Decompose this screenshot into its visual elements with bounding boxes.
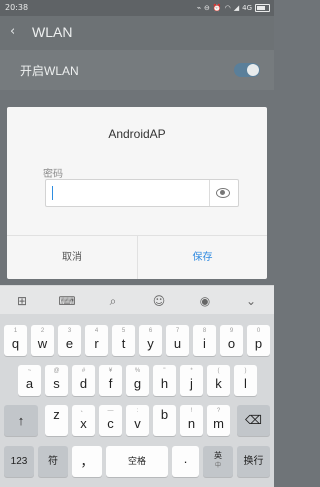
chevron-down-icon[interactable]: ⌄	[242, 292, 260, 310]
wlan-toggle-row[interactable]: 开启WLAN	[0, 50, 274, 90]
key-o[interactable]: 9o	[220, 325, 243, 356]
key-y[interactable]: 6y	[139, 325, 162, 356]
key-l[interactable]: ) l	[234, 365, 257, 396]
key-u[interactable]: 7u	[166, 325, 189, 356]
status-bar: 20:38 ⌁ ⊖ ⏰ ◠ ◢ 4G	[0, 0, 274, 16]
key-m[interactable]: ? m	[207, 405, 230, 436]
wlan-toggle-label: 开启WLAN	[20, 64, 79, 78]
dialog-title: AndroidAP	[108, 127, 166, 141]
password-label: 密码	[43, 169, 63, 180]
key-a[interactable]: ~ a	[18, 365, 41, 396]
shake-icon: ⌁	[196, 4, 202, 12]
key-e[interactable]: 3e	[58, 325, 81, 356]
language-switch-key[interactable]: 英 中	[203, 446, 233, 477]
space-key[interactable]: 空格	[106, 446, 168, 477]
no-disturb-icon: ⊖	[204, 4, 210, 12]
key-g[interactable]: % g	[126, 365, 149, 396]
wlan-toggle-switch[interactable]	[234, 63, 260, 77]
alarm-icon: ⏰	[212, 4, 222, 12]
wifi-password-dialog: AndroidAP 密码 取消 保存	[7, 107, 267, 279]
chevron-left-icon[interactable]: ‹	[10, 24, 15, 39]
text-cursor	[52, 186, 53, 200]
key-k[interactable]: (k	[207, 365, 230, 396]
symbols-key[interactable]: 符	[38, 446, 68, 477]
key-w[interactable]: 2w	[31, 325, 54, 356]
key-q[interactable]: 1q	[4, 325, 27, 356]
toggle-knob	[247, 64, 259, 76]
save-button[interactable]: 保存	[138, 236, 267, 279]
key-z[interactable]: z	[45, 405, 68, 436]
eye-icon[interactable]	[216, 188, 230, 198]
keyboard-icon[interactable]: ⌨	[58, 292, 76, 310]
keyboard-toolbar: ⊞ ⌨ ⌕ ☺ ◉ ⌄	[0, 285, 274, 315]
cancel-button[interactable]: 取消	[7, 236, 137, 279]
key-c[interactable]: — c	[99, 405, 122, 436]
shift-arrow-icon: ↑	[17, 413, 25, 428]
dot-key[interactable]: ·	[172, 446, 199, 477]
key-d[interactable]: # d	[72, 365, 95, 396]
key-p[interactable]: 0p	[247, 325, 270, 356]
enter-key[interactable]: 换行	[237, 446, 270, 477]
keyboard: 1q 2w 3e 4r 5t 6y 7u 8i 9o 0p ~ a @ s # d ¥…	[0, 314, 274, 487]
comma-key[interactable]: ，	[72, 446, 102, 477]
signal-icon: ◢	[233, 4, 240, 12]
grid-icon[interactable]: ⊞	[13, 292, 31, 310]
emoji-icon[interactable]: ☺	[150, 292, 168, 310]
page-title: WLAN	[32, 24, 73, 40]
backspace-icon: ⌫	[245, 413, 262, 427]
key-x[interactable]: 、 x	[72, 405, 95, 436]
key-j[interactable]: * j	[180, 365, 203, 396]
battery-icon	[255, 4, 270, 12]
backspace-key[interactable]: ⌫	[237, 405, 270, 436]
key-h[interactable]: " h	[153, 365, 176, 396]
status-time: 20:38	[5, 3, 29, 12]
shift-key[interactable]: ↑	[4, 405, 38, 436]
search-icon[interactable]: ⌕	[104, 292, 122, 310]
key-t[interactable]: 5t	[112, 325, 135, 356]
key-f[interactable]: ¥ f	[99, 365, 122, 396]
wifi-icon: ◠	[224, 4, 231, 12]
input-divider	[209, 180, 210, 206]
network-type: 4G	[242, 4, 252, 12]
key-n[interactable]: ! n	[180, 405, 203, 436]
key-r[interactable]: 4r	[85, 325, 108, 356]
key-b[interactable]: b	[153, 405, 176, 436]
password-input[interactable]	[45, 179, 239, 207]
app-header: ‹ WLAN	[0, 16, 274, 50]
status-icons: ⌁ ⊖ ⏰ ◠ ◢ 4G	[197, 0, 270, 16]
microphone-icon[interactable]: ◉	[196, 292, 214, 310]
key-v[interactable]: :v	[126, 405, 149, 436]
key-s[interactable]: @ s	[45, 365, 68, 396]
key-i[interactable]: 8i	[193, 325, 216, 356]
numbers-key[interactable]: 123	[4, 446, 34, 477]
